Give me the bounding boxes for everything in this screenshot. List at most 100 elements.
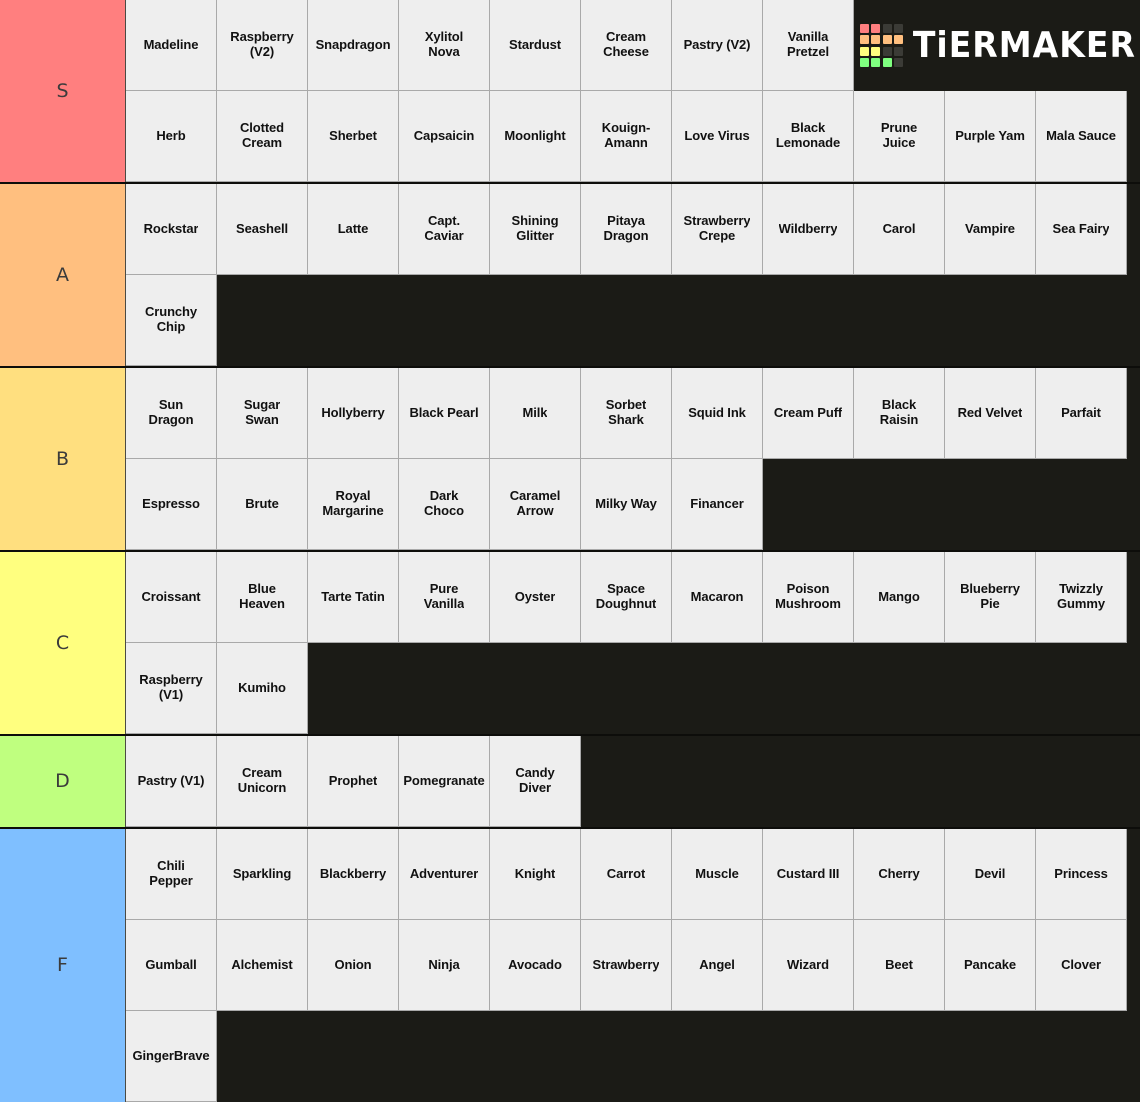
tier-item[interactable]: Pastry (V2) [672,0,763,91]
tier-item[interactable]: Alchemist [217,920,308,1011]
tier-item[interactable]: Purple Yam [945,91,1036,182]
tier-item[interactable]: Milky Way [581,459,672,550]
tier-item[interactable]: Chili Pepper [126,829,217,920]
tier-item[interactable]: Clover [1036,920,1127,1011]
empty-tier-space[interactable] [763,459,1140,550]
tier-item[interactable]: Muscle [672,829,763,920]
tier-item[interactable]: Candy Diver [490,736,581,827]
tier-item[interactable]: Knight [490,829,581,920]
tier-item[interactable]: GingerBrave [126,1011,217,1102]
tier-item[interactable]: Wildberry [763,184,854,275]
tier-item[interactable]: Black Lemonade [763,91,854,182]
tier-item[interactable]: Squid Ink [672,368,763,459]
tier-item[interactable]: Moonlight [490,91,581,182]
tier-item[interactable]: Pastry (V1) [126,736,217,827]
tier-item[interactable]: Ninja [399,920,490,1011]
tier-item[interactable]: Hollyberry [308,368,399,459]
tier-item[interactable]: Raspberry (V2) [217,0,308,91]
tier-item[interactable]: Sugar Swan [217,368,308,459]
tier-item[interactable]: Cream Cheese [581,0,672,91]
tier-item[interactable]: Parfait [1036,368,1127,459]
tier-item[interactable]: Gumball [126,920,217,1011]
tier-item[interactable]: Pure Vanilla [399,552,490,643]
tier-item[interactable]: Cherry [854,829,945,920]
tier-item[interactable]: Pitaya Dragon [581,184,672,275]
tier-item[interactable]: Financer [672,459,763,550]
tier-item[interactable]: Dark Choco [399,459,490,550]
tier-item[interactable]: Latte [308,184,399,275]
tier-item[interactable]: Kumiho [217,643,308,734]
tier-item[interactable]: Pancake [945,920,1036,1011]
tier-item[interactable]: Black Pearl [399,368,490,459]
tier-item[interactable]: Red Velvet [945,368,1036,459]
tier-item[interactable]: Seashell [217,184,308,275]
tier-label-s[interactable]: S [0,0,126,182]
tier-item[interactable]: Black Raisin [854,368,945,459]
tier-item[interactable]: Princess [1036,829,1127,920]
empty-tier-space[interactable] [581,736,1140,827]
tier-item[interactable]: Prune Juice [854,91,945,182]
tier-item[interactable]: Tarte Tatin [308,552,399,643]
tier-item[interactable]: Capt. Caviar [399,184,490,275]
tier-item[interactable]: Cream Unicorn [217,736,308,827]
tier-item[interactable]: Oyster [490,552,581,643]
tier-item[interactable]: Custard III [763,829,854,920]
tier-item[interactable]: Wizard [763,920,854,1011]
tier-item[interactable]: Blueberry Pie [945,552,1036,643]
tier-item[interactable]: Snapdragon [308,0,399,91]
tier-item[interactable]: Strawberry Crepe [672,184,763,275]
tier-item[interactable]: Love Virus [672,91,763,182]
tier-item[interactable]: Sun Dragon [126,368,217,459]
tier-item[interactable]: Sea Fairy [1036,184,1127,275]
tier-item[interactable]: Mango [854,552,945,643]
tier-item[interactable]: Sherbet [308,91,399,182]
tier-item[interactable]: Stardust [490,0,581,91]
tier-label-d[interactable]: D [0,736,126,827]
tier-item[interactable]: Clotted Cream [217,91,308,182]
tier-item[interactable]: Macaron [672,552,763,643]
tier-item[interactable]: Blue Heaven [217,552,308,643]
tier-item[interactable]: Avocado [490,920,581,1011]
tier-item[interactable]: Vanilla Pretzel [763,0,854,91]
tier-item[interactable]: Vampire [945,184,1036,275]
tier-label-f[interactable]: F [0,829,126,1102]
tier-item[interactable]: Milk [490,368,581,459]
tier-item[interactable]: Rockstar [126,184,217,275]
tier-label-c[interactable]: C [0,552,126,734]
tier-item[interactable]: Herb [126,91,217,182]
tier-item[interactable]: Prophet [308,736,399,827]
tier-item[interactable]: Capsaicin [399,91,490,182]
tier-item[interactable]: Onion [308,920,399,1011]
tier-item[interactable]: Royal Margarine [308,459,399,550]
tier-label-a[interactable]: A [0,184,126,366]
tier-item[interactable]: Pomegranate [399,736,490,827]
tier-item[interactable]: Poison Mushroom [763,552,854,643]
tier-item[interactable]: Sorbet Shark [581,368,672,459]
tier-item[interactable]: Kouign- Amann [581,91,672,182]
tier-item[interactable]: Cream Puff [763,368,854,459]
tier-item[interactable]: Shining Glitter [490,184,581,275]
tier-item[interactable]: Twizzly Gummy [1036,552,1127,643]
tier-item[interactable]: Madeline [126,0,217,91]
tier-item[interactable]: Angel [672,920,763,1011]
tier-item[interactable]: Space Doughnut [581,552,672,643]
tier-item[interactable]: Sparkling [217,829,308,920]
tier-item[interactable]: Mala Sauce [1036,91,1127,182]
tier-item[interactable]: Raspberry (V1) [126,643,217,734]
tier-item[interactable]: Caramel Arrow [490,459,581,550]
tier-item[interactable]: Crunchy Chip [126,275,217,366]
empty-tier-space[interactable] [217,1011,1140,1102]
tier-label-b[interactable]: B [0,368,126,550]
tier-item[interactable]: Xylitol Nova [399,0,490,91]
tier-item[interactable]: Brute [217,459,308,550]
tier-item[interactable]: Espresso [126,459,217,550]
empty-tier-space[interactable] [217,275,1140,366]
tier-item[interactable]: Devil [945,829,1036,920]
tier-item[interactable]: Carrot [581,829,672,920]
tier-item[interactable]: Blackberry [308,829,399,920]
tier-item[interactable]: Strawberry [581,920,672,1011]
tier-item[interactable]: Croissant [126,552,217,643]
tier-item[interactable]: Beet [854,920,945,1011]
empty-tier-space[interactable] [308,643,1140,734]
tier-item[interactable]: Carol [854,184,945,275]
